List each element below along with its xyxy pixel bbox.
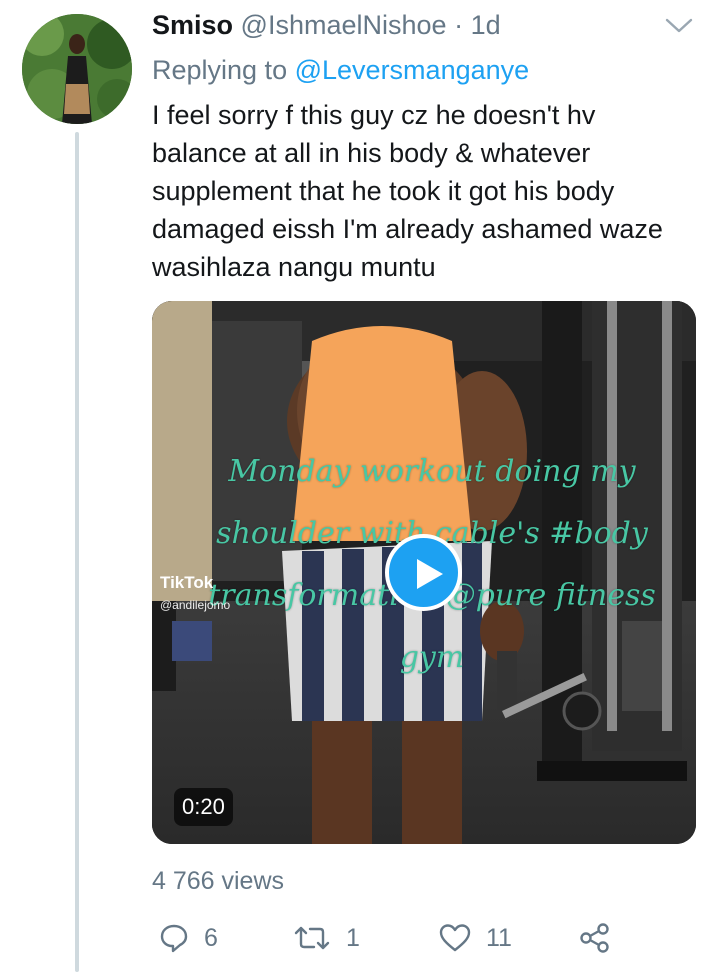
user-handle[interactable]: @IshmaelNishoe	[241, 10, 447, 40]
tweet-header: Smiso @IshmaelNishoe · 1d	[152, 10, 700, 46]
avatar[interactable]	[22, 14, 132, 124]
tiktok-brand: TikTok	[160, 573, 214, 592]
reply-count: 6	[204, 923, 218, 952]
retweet-icon	[294, 926, 330, 950]
retweet-button[interactable]: 1	[292, 918, 360, 958]
play-button[interactable]	[385, 534, 462, 611]
separator-dot: ·	[454, 10, 464, 40]
tiktok-watermark: TikTok	[160, 573, 213, 593]
action-bar: 6 1 11	[152, 918, 692, 958]
play-icon	[417, 559, 443, 589]
chevron-down-icon[interactable]	[664, 16, 694, 36]
timestamp[interactable]: 1d	[471, 10, 501, 40]
display-name[interactable]: Smiso	[152, 10, 233, 40]
like-icon	[439, 924, 471, 952]
video-duration: 0:20	[174, 788, 233, 826]
tweet-text: I feel sorry f this guy cz he doesn't hv…	[152, 100, 663, 282]
tiktok-username: @andilejomo	[160, 598, 231, 612]
share-button[interactable]	[578, 918, 626, 958]
like-count: 11	[486, 923, 512, 952]
retweet-count: 1	[346, 923, 360, 952]
reply-icon	[160, 924, 188, 953]
thread-line	[75, 132, 79, 972]
like-button[interactable]: 11	[438, 918, 512, 958]
share-icon	[580, 923, 609, 953]
video-player[interactable]: Monday workout doing my shoulder with ca…	[152, 301, 696, 844]
replying-to: Replying to @Leversmanganye	[152, 55, 529, 86]
view-count: 4 766 views	[152, 867, 285, 895]
avatar-image	[22, 14, 132, 124]
reply-mention-link[interactable]: @Leversmanganye	[295, 55, 530, 85]
replying-to-label: Replying to	[152, 55, 288, 85]
reply-button[interactable]: 6	[158, 918, 218, 958]
